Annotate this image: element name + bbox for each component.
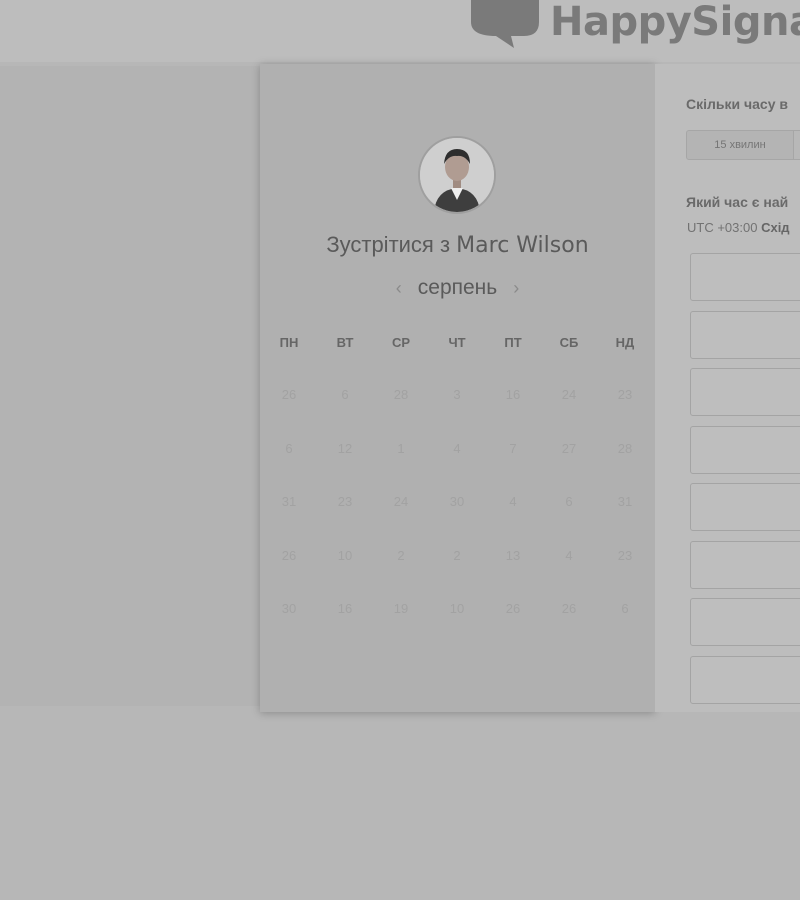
timezone-name: Схід — [761, 220, 790, 235]
calendar-day[interactable]: 6 — [317, 387, 373, 441]
time-slot-button[interactable] — [690, 598, 800, 646]
weekday-label: ЧТ — [448, 335, 466, 350]
calendar-day[interactable]: 16 — [317, 601, 373, 655]
duration-question: Скільки часу в — [686, 96, 788, 112]
booking-panel: Скільки часу в 15 хвилин Який час є най … — [655, 64, 800, 712]
calendar-day[interactable]: 10 — [429, 601, 485, 655]
weekday-label: ВТ — [336, 335, 354, 350]
calendar-day[interactable]: 2 — [373, 548, 429, 602]
title-prefix: Зустрітися з — [326, 232, 451, 257]
top-bar: HappySigna — [0, 0, 800, 62]
time-slot-list — [690, 253, 800, 712]
calendar-day[interactable]: 23 — [597, 548, 653, 602]
calendar-day[interactable]: 26 — [541, 601, 597, 655]
time-slot-button[interactable] — [690, 368, 800, 416]
brand-logo[interactable]: HappySigna — [466, 0, 800, 52]
host-name: Marc Wilson — [456, 233, 589, 258]
chevron-left-icon[interactable]: ‹ — [396, 278, 402, 299]
calendar-day[interactable]: 4 — [541, 548, 597, 602]
weekday-label: ПТ — [504, 335, 522, 350]
weekday-label: ПН — [279, 335, 299, 350]
calendar-day[interactable]: 27 — [541, 441, 597, 495]
calendar-grid: 26 6 28 3 16 24 23 6 12 1 4 7 27 28 31 2… — [261, 387, 653, 655]
calendar-day[interactable]: 3 — [429, 387, 485, 441]
time-slot-button[interactable] — [690, 310, 800, 359]
timezone-offset: UTC +03:00 — [687, 220, 758, 235]
calendar-day[interactable]: 7 — [485, 441, 541, 495]
calendar-day[interactable]: 10 — [317, 548, 373, 602]
month-label: серпень — [417, 276, 498, 299]
weekday-label: НД — [615, 335, 635, 350]
duration-selector: 15 хвилин — [686, 130, 800, 160]
duration-option-button[interactable]: 15 хвилин — [686, 130, 794, 160]
person-icon — [420, 138, 494, 212]
calendar-day[interactable]: 26 — [261, 387, 317, 441]
calendar-day[interactable]: 19 — [373, 601, 429, 655]
calendar-day[interactable]: 26 — [261, 548, 317, 602]
weekday-header: ПН ВТ СР ЧТ ПТ СБ НД — [260, 335, 655, 350]
calendar-day[interactable]: 30 — [261, 601, 317, 655]
calendar-day[interactable]: 26 — [485, 601, 541, 655]
weekday-label: СБ — [559, 335, 579, 350]
host-avatar — [418, 136, 496, 214]
calendar-day[interactable]: 4 — [485, 494, 541, 548]
calendar-day[interactable]: 16 — [485, 387, 541, 441]
calendar-day[interactable]: 28 — [373, 387, 429, 441]
calendar-day[interactable]: 6 — [597, 601, 653, 655]
calendar-day[interactable]: 23 — [317, 494, 373, 548]
calendar-day[interactable]: 24 — [541, 387, 597, 441]
chevron-right-icon[interactable]: › — [513, 278, 519, 299]
calendar-day[interactable]: 6 — [261, 441, 317, 495]
calendar-day[interactable]: 12 — [317, 441, 373, 495]
time-slot-button[interactable] — [690, 483, 800, 531]
time-slot-button[interactable] — [690, 425, 800, 474]
calendar-day[interactable]: 1 — [373, 441, 429, 495]
calendar-day[interactable]: 28 — [597, 441, 653, 495]
duration-option-button[interactable] — [794, 130, 800, 160]
time-slot-button[interactable] — [690, 655, 800, 704]
weekday-label: СР — [391, 335, 411, 350]
meeting-title: Зустрітися з Marc Wilson — [260, 232, 655, 258]
calendar-day[interactable]: 31 — [597, 494, 653, 548]
calendar-day[interactable]: 6 — [541, 494, 597, 548]
calendar-day[interactable]: 23 — [597, 387, 653, 441]
speech-bubble-heart-icon — [471, 0, 539, 48]
time-slot-button[interactable] — [690, 540, 800, 589]
calendar-day[interactable]: 2 — [429, 548, 485, 602]
calendar-day[interactable]: 30 — [429, 494, 485, 548]
calendar-panel: Зустрітися з Marc Wilson ‹ серпень › ПН … — [260, 64, 655, 712]
brand-name: HappySigna — [550, 0, 800, 45]
month-navigation: ‹ серпень › — [260, 276, 655, 300]
timezone-label[interactable]: UTC +03:00 Схід — [687, 220, 790, 235]
calendar-day[interactable]: 24 — [373, 494, 429, 548]
calendar-day[interactable]: 4 — [429, 441, 485, 495]
calendar-day[interactable]: 13 — [485, 548, 541, 602]
time-question: Який час є най — [686, 194, 789, 210]
time-slot-button[interactable] — [690, 253, 800, 301]
calendar-day[interactable]: 31 — [261, 494, 317, 548]
